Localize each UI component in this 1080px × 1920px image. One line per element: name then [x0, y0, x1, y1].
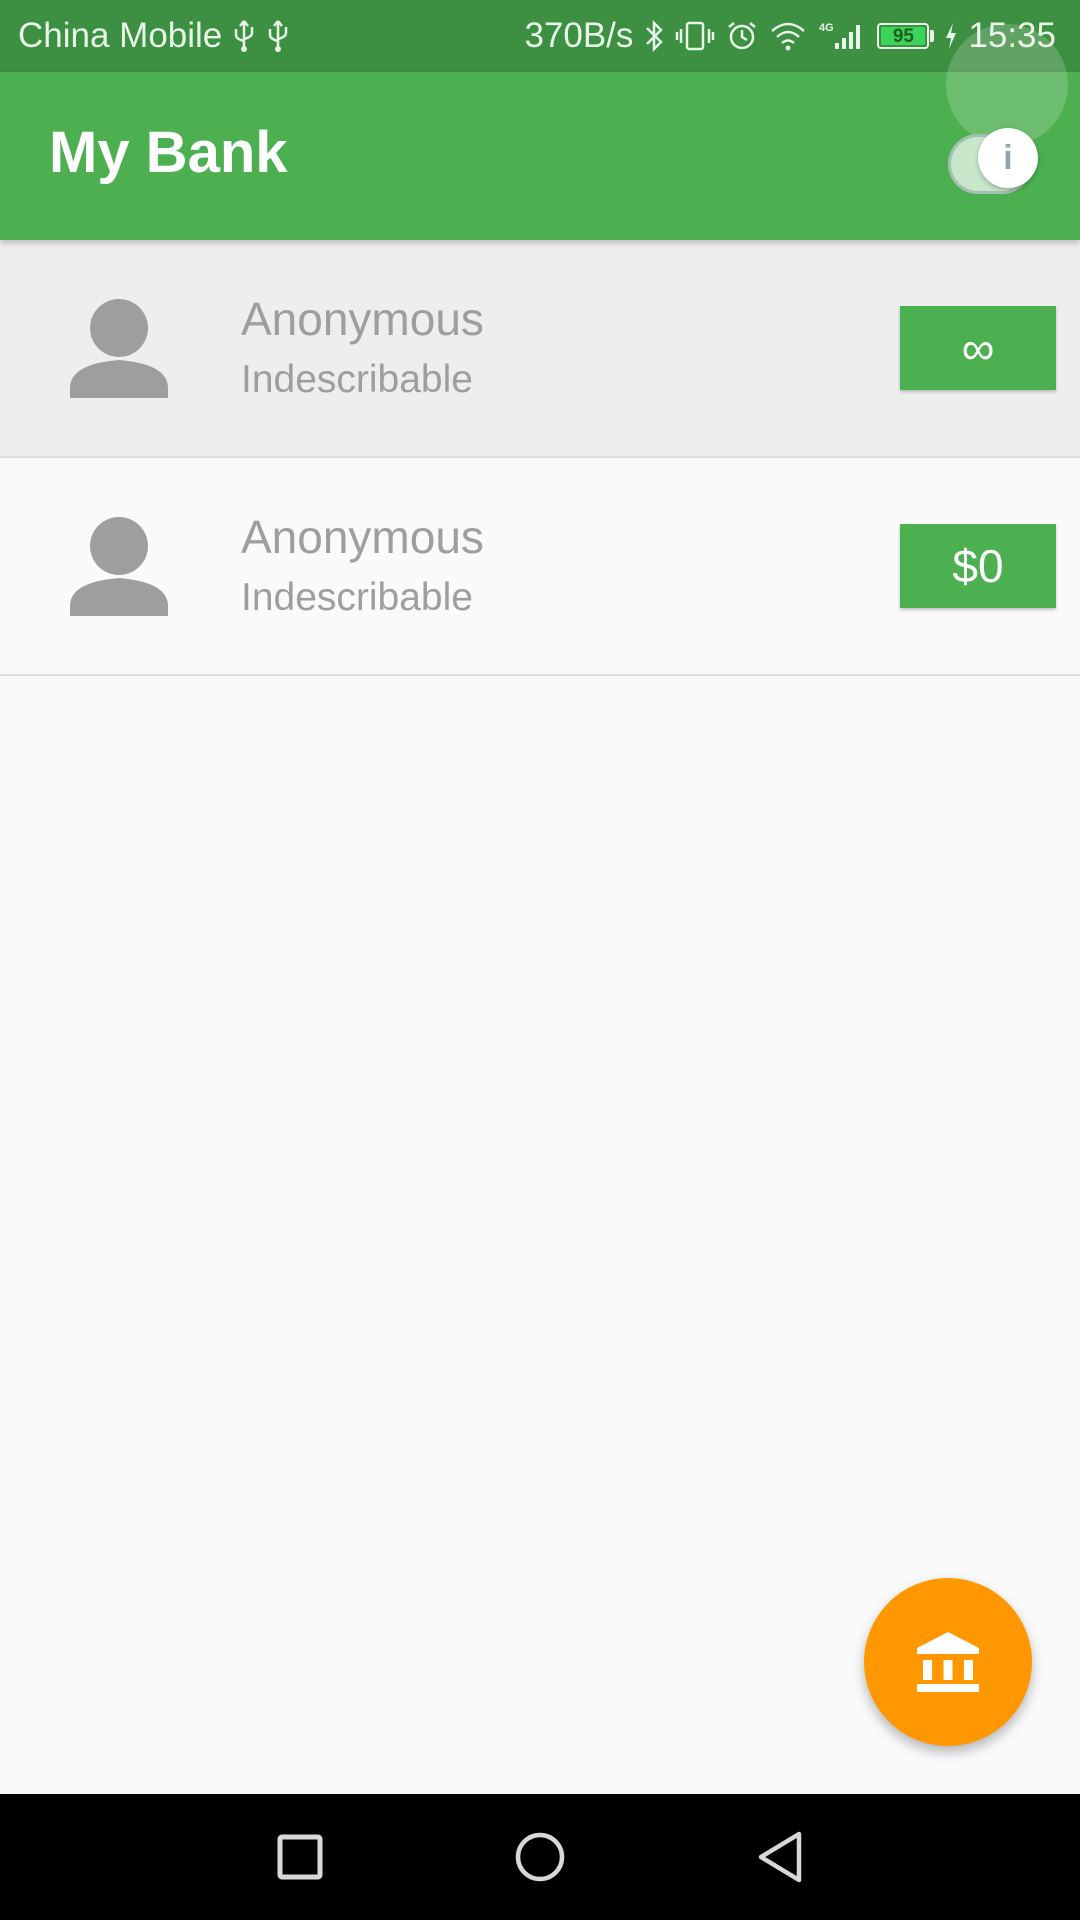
- bluetooth-icon: [643, 16, 665, 56]
- battery-level: 95: [881, 27, 926, 46]
- net-speed-label: 370B/s: [524, 16, 634, 55]
- battery-icon: 95: [877, 23, 935, 49]
- alarm-icon: [725, 16, 759, 56]
- account-description: Indescribable: [241, 576, 473, 619]
- vibrate-icon: [675, 16, 715, 56]
- account-row[interactable]: Anonymous Indescribable $0: [0, 458, 1080, 676]
- page-title: My Bank: [49, 120, 288, 185]
- account-row[interactable]: Anonymous Indescribable ∞: [0, 240, 1080, 458]
- svg-text:4G: 4G: [819, 22, 834, 34]
- info-icon: i: [1003, 138, 1013, 177]
- back-triangle-icon[interactable]: [745, 1822, 815, 1892]
- status-bar: China Mobile 370B/s 4G 95 15:35: [0, 0, 1080, 72]
- carrier-label: China Mobile: [18, 16, 223, 55]
- usb-icon: [266, 16, 290, 56]
- person-icon: [70, 517, 168, 616]
- bank-icon: [917, 1632, 979, 1692]
- account-list: Anonymous Indescribable ∞ Anonymous Inde…: [0, 240, 1080, 676]
- wifi-icon: [769, 16, 807, 56]
- person-icon: [70, 299, 168, 398]
- navigation-bar: [0, 1794, 1080, 1920]
- account-description: Indescribable: [241, 358, 473, 401]
- account-name: Anonymous: [241, 511, 484, 563]
- account-name: Anonymous: [241, 293, 484, 345]
- usb-icon: [232, 16, 256, 56]
- status-left: China Mobile: [18, 16, 290, 56]
- balance-button[interactable]: ∞: [900, 306, 1056, 390]
- screen: China Mobile 370B/s 4G 95 15:35 My Bank …: [0, 0, 1080, 1920]
- add-bank-fab[interactable]: [864, 1578, 1032, 1746]
- 4g-signal-icon: 4G: [817, 16, 867, 56]
- balance-button[interactable]: $0: [900, 524, 1056, 608]
- info-toggle-switch[interactable]: i: [978, 128, 1038, 188]
- home-circle-icon[interactable]: [505, 1822, 575, 1892]
- recents-square-icon[interactable]: [265, 1822, 335, 1892]
- app-bar: My Bank: [0, 72, 1080, 240]
